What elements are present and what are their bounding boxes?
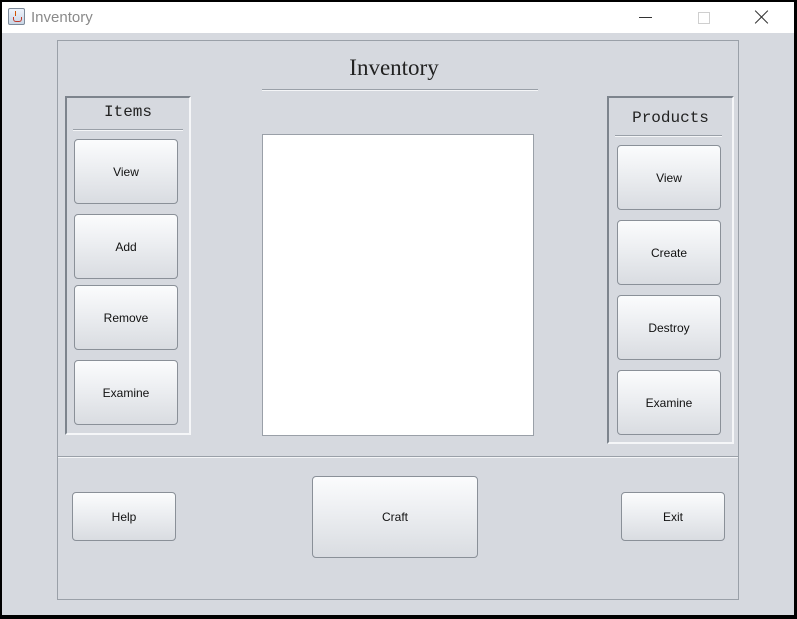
title-bar[interactable]: Inventory <box>2 2 794 33</box>
products-panel-title: Products <box>632 109 709 127</box>
craft-button[interactable]: Craft <box>312 476 478 558</box>
items-view-button[interactable]: View <box>74 139 178 204</box>
products-view-button[interactable]: View <box>617 145 721 210</box>
items-examine-button[interactable]: Examine <box>74 360 178 425</box>
close-icon <box>755 10 769 24</box>
inventory-list[interactable] <box>262 134 534 436</box>
products-create-button[interactable]: Create <box>617 220 721 285</box>
products-panel: Products View Create Destroy Examine <box>607 96 734 444</box>
page-title: Inventory <box>349 55 439 80</box>
items-remove-button[interactable]: Remove <box>74 285 178 350</box>
maximize-icon <box>698 12 710 24</box>
products-panel-separator <box>615 135 722 137</box>
main-content-panel: Inventory Items View Add Remove Examine … <box>57 40 739 600</box>
minimize-icon <box>639 17 652 18</box>
products-destroy-button[interactable]: Destroy <box>617 295 721 360</box>
maximize-button[interactable] <box>681 2 727 33</box>
close-button[interactable] <box>739 2 785 33</box>
minimize-button[interactable] <box>623 2 669 33</box>
footer-separator <box>58 456 738 458</box>
java-app-icon <box>8 8 25 25</box>
items-panel-title: Items <box>103 103 152 121</box>
title-separator <box>262 89 538 91</box>
items-panel: Items View Add Remove Examine <box>65 96 191 435</box>
exit-button[interactable]: Exit <box>621 492 725 541</box>
items-panel-separator <box>73 129 183 131</box>
products-examine-button[interactable]: Examine <box>617 370 721 435</box>
items-add-button[interactable]: Add <box>74 214 178 279</box>
help-button[interactable]: Help <box>72 492 176 541</box>
app-window: Inventory Inventory Items View Add Remov… <box>2 2 794 615</box>
window-title: Inventory <box>31 9 93 26</box>
